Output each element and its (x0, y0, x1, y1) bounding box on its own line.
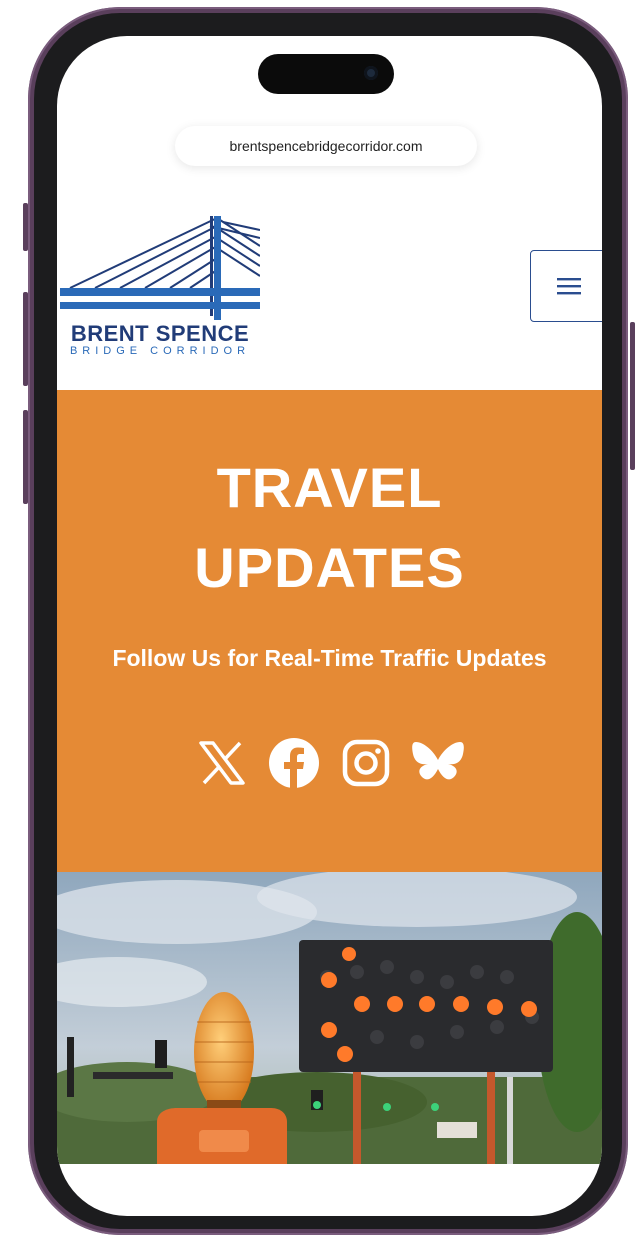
phone-screen: brentspencebridgecorridor.com BRENT SPEN… (57, 36, 602, 1216)
social-links (57, 736, 602, 790)
travel-updates-hero: TRAVEL UPDATES Follow Us for Real-Time T… (57, 390, 602, 872)
traffic-sign-photo (57, 872, 602, 1164)
facebook-icon[interactable] (267, 736, 321, 790)
hero-subtitle: Follow Us for Real-Time Traffic Updates (112, 645, 547, 671)
instagram-icon[interactable] (339, 736, 393, 790)
hero-title: TRAVEL UPDATES (57, 448, 602, 608)
dynamic-island (258, 54, 394, 94)
volume-down-button (23, 410, 28, 504)
road-work-image (57, 872, 602, 1164)
camera-icon (364, 66, 378, 80)
x-icon[interactable] (195, 736, 249, 790)
power-button (630, 322, 635, 470)
hero-title-line1: TRAVEL (216, 456, 443, 519)
hamburger-menu-button[interactable] (530, 250, 602, 322)
action-button (23, 203, 28, 251)
site-logo[interactable]: BRENT SPENCE BRIDGE CORRIDOR (60, 216, 261, 362)
bluesky-icon[interactable] (411, 736, 465, 790)
address-bar[interactable]: brentspencebridgecorridor.com (175, 126, 477, 166)
logo-title: BRENT SPENCE (70, 321, 250, 346)
hero-title-line2: UPDATES (194, 536, 465, 599)
logo-subtitle: BRIDGE CORRIDOR (69, 345, 251, 357)
bridge-logo-icon (60, 216, 261, 320)
hamburger-icon (557, 278, 581, 295)
url-text: brentspencebridgecorridor.com (229, 138, 423, 154)
volume-up-button (23, 292, 28, 386)
